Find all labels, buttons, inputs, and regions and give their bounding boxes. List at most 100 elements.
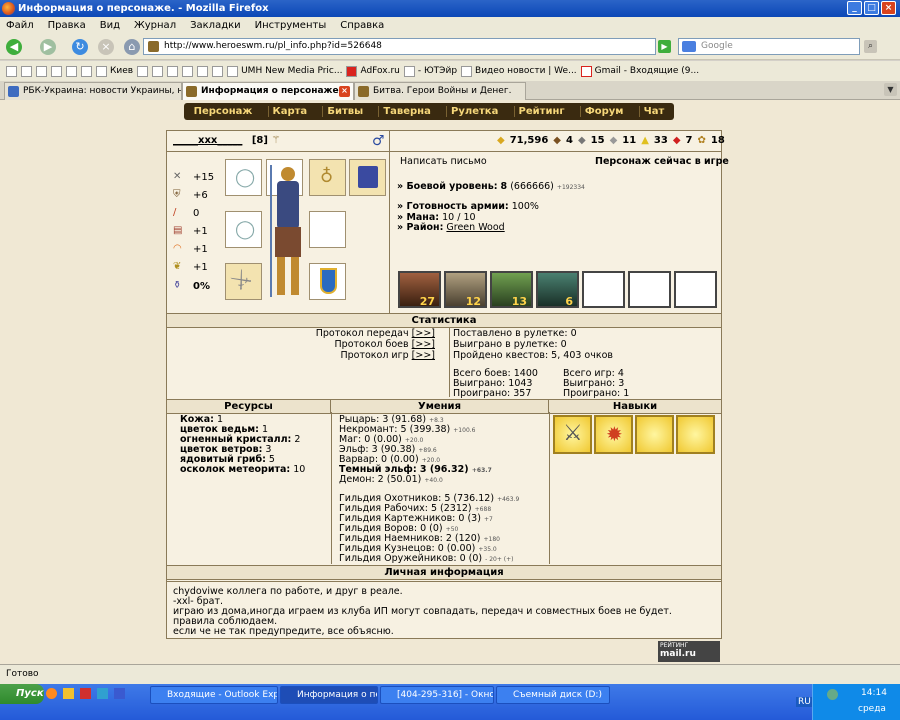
bookmark-icon[interactable] [51, 65, 62, 77]
bookmark-umh[interactable]: UMH New Media Pric... [227, 65, 342, 77]
stat-morale: ❦ +1 [173, 261, 208, 273]
army-unit[interactable]: 12 [444, 271, 487, 308]
stop-icon[interactable]: × [98, 39, 114, 55]
bookmark-icon[interactable] [182, 65, 194, 77]
protocol-games-link[interactable]: [>>] [412, 350, 435, 361]
district-link[interactable]: Green Wood [446, 222, 504, 233]
bookmark-utair[interactable]: - ЮТЭйр [403, 65, 457, 77]
nav-roulette[interactable]: Рулетка [446, 106, 502, 117]
rainbow-icon: ◠ [173, 243, 182, 254]
game-navigation: Персонаж Карта Битвы Таверна Рулетка Рей… [184, 103, 674, 120]
close-tab-icon[interactable]: × [339, 86, 350, 97]
minimize-button[interactable]: _ [847, 1, 862, 15]
protocol-battles-link[interactable]: [>>] [412, 339, 435, 350]
write-letter-link[interactable]: Написать письмо [400, 156, 487, 167]
equipment-slot-amulet[interactable]: ◯ [225, 159, 262, 196]
tab-battle[interactable]: Битва. Герои Войны и Денег. [354, 82, 526, 100]
taskbar-item-removable-disk[interactable]: Съемный диск (D:) [496, 686, 610, 704]
bookmark-video-news[interactable]: Видео новости | We... [461, 65, 577, 77]
bookmark-icon[interactable] [66, 65, 77, 77]
statistics-header: Статистика [167, 313, 721, 328]
nav-map[interactable]: Карта [267, 106, 312, 117]
equipment-slot-armor[interactable] [309, 211, 346, 248]
back-icon[interactable]: ◀ [6, 39, 22, 55]
protocol-transfers: Протокол передач [>>] [315, 328, 435, 339]
bookmark-kiev[interactable]: Киев [96, 65, 133, 77]
bookmark-adfox[interactable]: AdFox.ru [346, 65, 400, 77]
wand-icon: / [173, 207, 177, 218]
taskbar-item-outlook[interactable]: Входящие - Outlook Exp... [150, 686, 278, 704]
nav-tavern[interactable]: Таверна [378, 106, 435, 117]
player-name[interactable]: _____xxx_____ [173, 135, 242, 146]
nav-battles[interactable]: Битвы [322, 106, 367, 117]
language-indicator[interactable]: RU [796, 697, 813, 707]
app-icon[interactable] [114, 688, 125, 699]
menu-help[interactable]: Справка [340, 20, 384, 31]
rating-counter[interactable]: РЕЙТИНГ mail.ru [658, 641, 720, 662]
app-icon[interactable] [97, 688, 108, 699]
window-title-bar: Информация о персонаже. - Mozilla Firefo… [0, 0, 900, 17]
search-placeholder: Google [701, 41, 733, 51]
bookmark-icon[interactable] [167, 65, 179, 77]
crystal-icon: ◆ [672, 135, 681, 146]
menu-bookmarks[interactable]: Закладки [190, 20, 241, 31]
menu-edit[interactable]: Правка [48, 20, 86, 31]
bookmark-icon[interactable] [137, 65, 149, 77]
firefox-icon [2, 2, 15, 15]
nav-rating[interactable]: Рейтинг [513, 106, 569, 117]
ring-icon: ◯ [235, 167, 256, 188]
home-icon[interactable]: ⌂ [124, 39, 140, 55]
talent-slot[interactable]: ⚔ [553, 415, 592, 454]
hero-portrait [267, 161, 307, 299]
tray-icon[interactable] [827, 689, 838, 700]
address-bar[interactable]: http://www.heroeswm.ru/pl_info.php?id=52… [143, 38, 656, 55]
nav-forum[interactable]: Форум [579, 106, 628, 117]
equipment-slot-book[interactable] [349, 159, 386, 196]
taskbar-item-chat[interactable]: [404-295-316] - Окно со... [380, 686, 494, 704]
app-icon[interactable] [63, 688, 74, 699]
firefox-icon[interactable] [46, 688, 57, 699]
equipment-slot-shield[interactable] [309, 263, 346, 300]
go-icon[interactable]: ▶ [658, 40, 671, 53]
bookmark-gmail[interactable]: Gmail - Входящие (9... [580, 65, 699, 77]
search-input[interactable]: Google [678, 38, 860, 55]
reload-icon[interactable]: ↻ [72, 39, 88, 55]
army-unit[interactable]: 27 [398, 271, 441, 308]
swords-icon: ✕ [173, 171, 182, 182]
bookmark-icon[interactable] [36, 65, 47, 77]
equipment-slot-weapon[interactable]: ⚔ [225, 263, 262, 300]
nav-chat[interactable]: Чат [638, 106, 669, 117]
menu-history[interactable]: Журнал [134, 20, 176, 31]
nav-character[interactable]: Персонаж [190, 106, 257, 117]
protocol-transfers-link[interactable]: [>>] [412, 328, 435, 339]
close-button[interactable]: × [881, 1, 896, 15]
app-icon[interactable] [80, 688, 91, 699]
bookmark-icon[interactable] [212, 65, 224, 77]
tab-list-icon[interactable]: ▼ [884, 83, 897, 96]
menu-view[interactable]: Вид [100, 20, 120, 31]
equipment-slot-ring[interactable]: ◯ [225, 211, 262, 248]
skills-header: Умения [331, 399, 549, 414]
talent-slot[interactable]: ✹ [594, 415, 633, 454]
menu-tools[interactable]: Инструменты [255, 20, 327, 31]
army-unit[interactable]: 6 [536, 271, 579, 308]
bookmark-icon[interactable] [6, 65, 17, 77]
tab-favicon-icon [358, 86, 369, 97]
stat-initiative: ⚱ 0% [173, 280, 210, 292]
bookmark-icon[interactable] [197, 65, 209, 77]
start-button[interactable]: Пуск [0, 684, 44, 704]
bookmark-icon[interactable] [81, 65, 92, 77]
tab-rbk[interactable]: РБК-Украина: новости Украины, но... [4, 82, 182, 100]
equipment-slot-necklace[interactable]: ♁ [309, 159, 346, 196]
bookmark-icon[interactable] [152, 65, 164, 77]
gold-icon: ◆ [497, 135, 505, 146]
bookmark-icon[interactable] [21, 65, 32, 77]
search-icon[interactable]: ⌕ [864, 40, 877, 53]
taskbar-item-firefox[interactable]: Информация о персо... [280, 686, 378, 704]
army-unit[interactable]: 13 [490, 271, 533, 308]
maximize-button[interactable]: □ [864, 1, 879, 15]
menu-file[interactable]: Файл [6, 20, 34, 31]
forward-icon[interactable]: ▶ [40, 39, 56, 55]
mercury-amount: 11 [622, 135, 637, 146]
tab-character-info[interactable]: Информация о персонаже. × [182, 82, 354, 100]
